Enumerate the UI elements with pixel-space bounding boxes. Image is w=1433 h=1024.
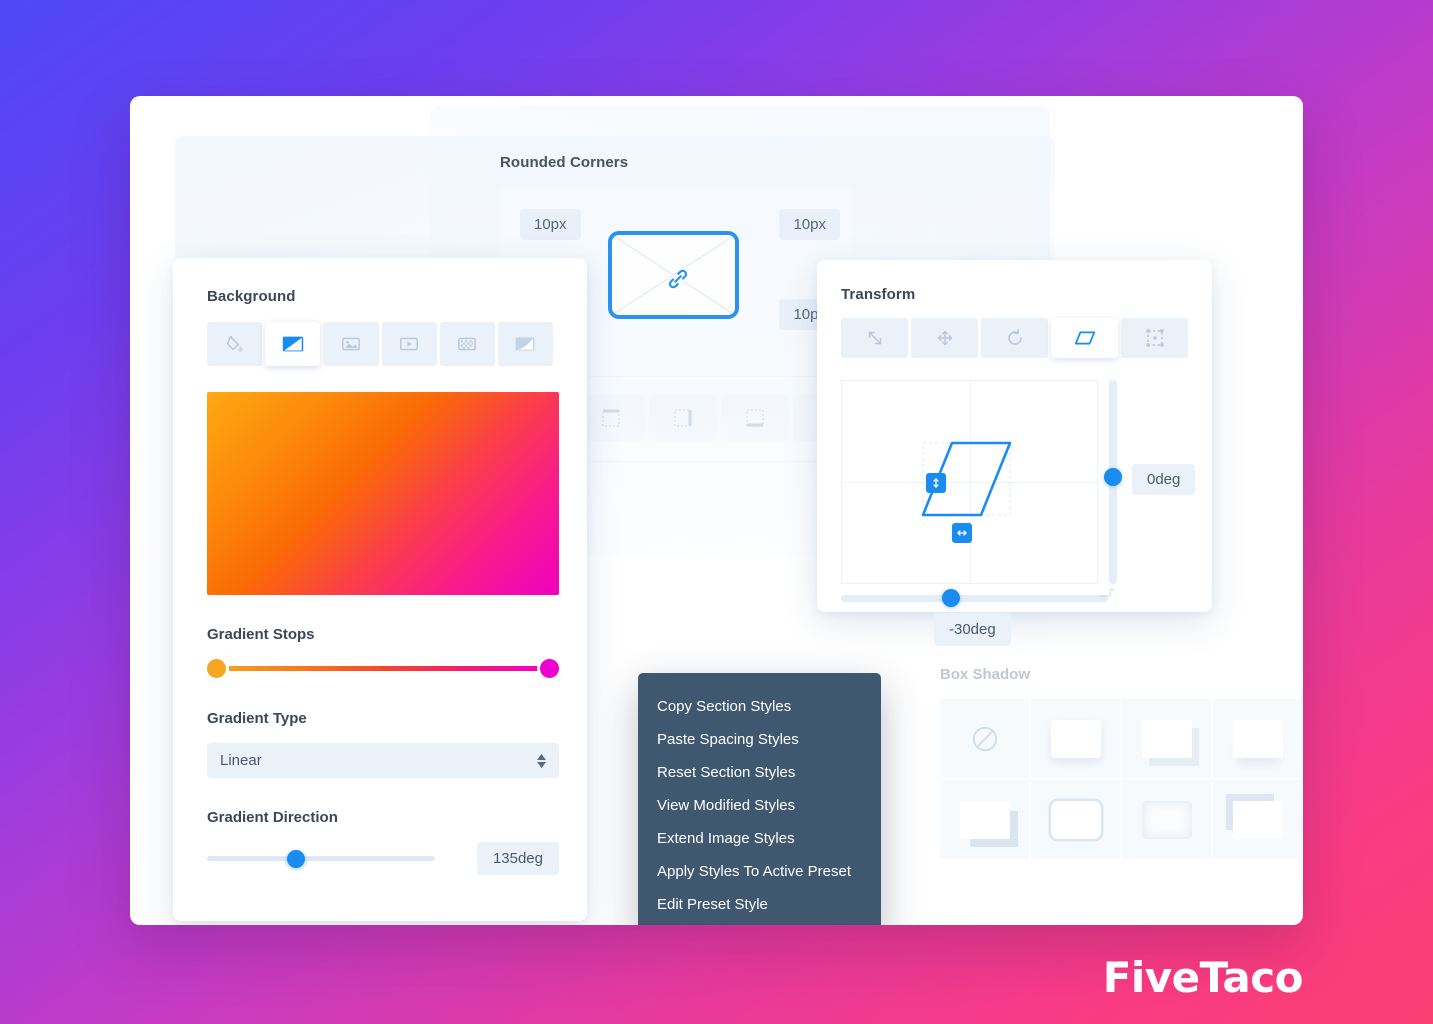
box-shadow-preset-spread[interactable]: [1213, 699, 1302, 778]
box-shadow-title: Box Shadow: [940, 666, 1031, 683]
transform-stage[interactable]: [841, 380, 1098, 584]
transform-mode-selector: [841, 318, 1188, 358]
transform-panel-title: Transform: [841, 286, 916, 303]
box-shadow-preset-grid: [940, 699, 1303, 859]
shadow-swatch: [1141, 719, 1192, 758]
shadow-swatch: [1232, 719, 1283, 758]
context-menu-item[interactable]: View Modified Styles: [638, 789, 881, 822]
border-top-button[interactable]: [577, 395, 645, 441]
solid-color-icon: [226, 335, 243, 352]
transform-stage-wrap: 0deg -30deg: [841, 380, 1196, 646]
background-type-selector: [207, 322, 554, 366]
background-type-blend[interactable]: [497, 322, 554, 366]
gradient-stops-label: Gradient Stops: [207, 626, 315, 643]
skew-x-thumb[interactable]: [942, 589, 960, 607]
border-bottom-icon: [746, 409, 764, 427]
background-panel-title: Background: [207, 288, 296, 305]
box-shadow-panel: Box Shadow: [940, 666, 1303, 859]
background-type-gradient[interactable]: [265, 322, 321, 366]
box-shadow-preset-inner[interactable]: [1122, 780, 1211, 859]
gradient-preview[interactable]: [207, 392, 559, 595]
transform-panel: Transform 0deg -30deg: [817, 260, 1212, 646]
border-bottom-button[interactable]: [721, 395, 789, 441]
background-type-pattern[interactable]: [439, 322, 495, 366]
background-panel: Background Gradient Stops Gradient Type …: [173, 258, 587, 921]
gradient-type-label: Gradient Type: [207, 710, 307, 727]
transform-mode-rotate[interactable]: [981, 318, 1048, 358]
blend-icon: [516, 337, 535, 351]
gradient-direction-label: Gradient Direction: [207, 809, 338, 826]
background-type-video[interactable]: [381, 322, 437, 366]
background-type-image[interactable]: [323, 322, 379, 366]
gradient-direction-row: 135deg: [207, 842, 559, 875]
link-icon: [668, 269, 688, 289]
corner-top-right-input[interactable]: 10px: [779, 209, 840, 240]
gradient-icon: [282, 336, 303, 352]
shadow-swatch: [1050, 800, 1101, 839]
box-shadow-preset-soft[interactable]: [1031, 699, 1120, 778]
rounded-corners-title: Rounded Corners: [500, 154, 629, 171]
skew-horizontal-handle[interactable]: [952, 523, 972, 543]
box-shadow-preset-hard-corner[interactable]: [940, 780, 1029, 859]
skew-x-value[interactable]: -30deg: [934, 613, 1011, 646]
transform-mode-origin[interactable]: [1121, 318, 1188, 358]
arrows-vertical-icon: [933, 478, 939, 488]
gradient-stop-end-handle[interactable]: [540, 659, 559, 678]
pattern-icon: [458, 337, 477, 351]
rotate-icon: [1007, 329, 1022, 345]
shadow-swatch: [1141, 800, 1192, 839]
transform-mode-scale[interactable]: [841, 318, 908, 358]
scale-icon: [868, 331, 881, 345]
gradient-direction-track: [207, 855, 435, 861]
arrows-horizontal-icon: [957, 530, 967, 536]
gradient-direction-thumb[interactable]: [287, 849, 305, 868]
gradient-stop-start-handle[interactable]: [207, 659, 226, 678]
gradient-stops-track: [215, 666, 551, 671]
box-shadow-preset-top-left[interactable]: [1213, 780, 1302, 859]
background-type-solid[interactable]: [207, 322, 263, 366]
context-menu-item[interactable]: Extend Image Styles: [638, 822, 881, 855]
shadow-swatch: [1050, 719, 1101, 758]
skew-shape-preview: [921, 441, 1012, 517]
image-icon: [342, 337, 360, 351]
skew-y-slider[interactable]: [1104, 380, 1122, 584]
shadow-swatch: [1232, 800, 1283, 839]
context-menu-item[interactable]: Paste Spacing Styles: [638, 723, 881, 756]
gradient-stops-slider[interactable]: [207, 659, 559, 679]
context-menu-item[interactable]: Reset Section Styles: [638, 756, 881, 789]
transform-mode-move[interactable]: [911, 318, 978, 358]
context-menu-item[interactable]: Apply Styles To Active Preset: [638, 855, 881, 888]
resize-corner-icon[interactable]: [1099, 586, 1117, 600]
skew-icon: [1074, 331, 1095, 345]
context-menu-item[interactable]: Edit Preset Style: [638, 888, 881, 921]
border-top-icon: [602, 409, 620, 427]
corner-preview[interactable]: [608, 231, 739, 319]
shadow-swatch: [959, 800, 1010, 839]
skew-y-value[interactable]: 0deg: [1132, 464, 1196, 495]
gradient-type-select[interactable]: Linear: [207, 743, 559, 778]
corner-top-left-input[interactable]: 10px: [520, 209, 581, 240]
gradient-direction-slider[interactable]: [207, 849, 435, 868]
skew-vertical-handle[interactable]: [926, 473, 946, 493]
box-shadow-preset-outline[interactable]: [1031, 780, 1120, 859]
border-all-button[interactable]: [649, 395, 717, 441]
skew-x-slider[interactable]: [841, 589, 1108, 607]
video-icon: [400, 337, 418, 351]
fivetaco-logo: FiveTaco: [1102, 953, 1304, 1002]
move-icon: [937, 330, 952, 346]
skew-y-thumb[interactable]: [1104, 468, 1122, 486]
context-menu-item[interactable]: Copy Section Styles: [638, 690, 881, 723]
box-shadow-preset-offset-down[interactable]: [1122, 699, 1211, 778]
editor-stage: Rounded Corners 10px 10px 10px Backgroun…: [130, 96, 1303, 925]
no-shadow-icon: [972, 726, 997, 751]
border-all-icon: [674, 409, 692, 427]
chevron-updown-icon: [537, 753, 546, 768]
gradient-type-value: Linear: [220, 752, 262, 769]
origin-icon: [1145, 329, 1164, 347]
gradient-direction-value[interactable]: 135deg: [476, 842, 559, 875]
box-shadow-preset-none[interactable]: [940, 699, 1029, 778]
transform-mode-skew[interactable]: [1051, 318, 1118, 358]
context-menu: Copy Section Styles Paste Spacing Styles…: [638, 673, 881, 925]
